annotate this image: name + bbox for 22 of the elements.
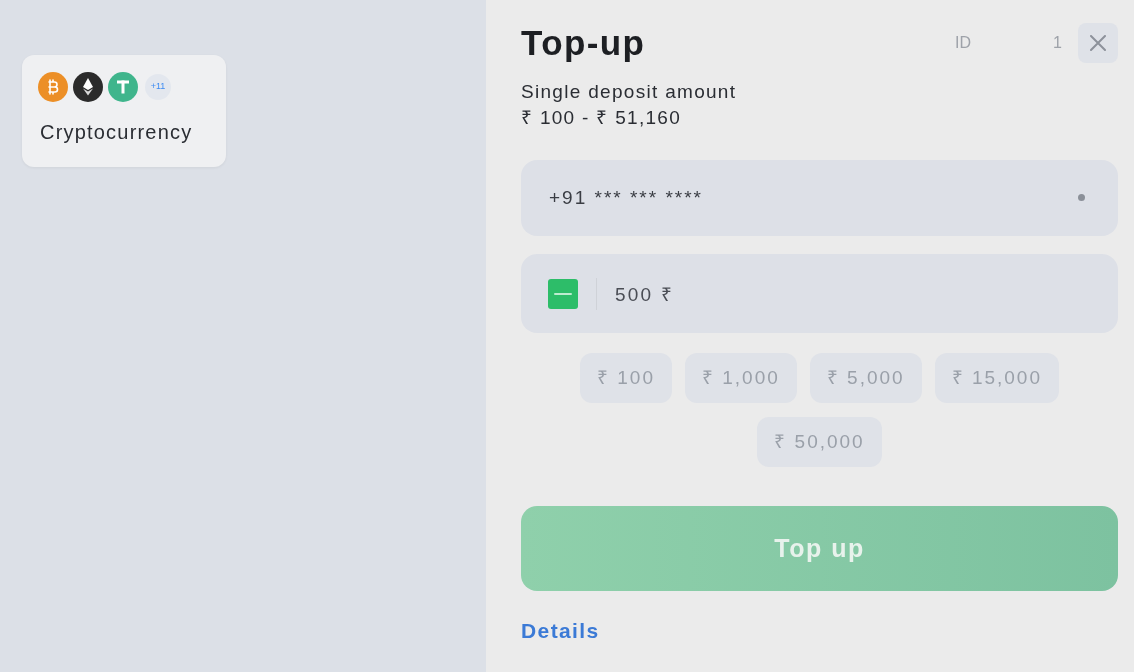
limits-range: ₹ 100 - ₹ 51,160 — [521, 106, 682, 130]
quick-amount-button[interactable]: ₹ 15,000 — [934, 353, 1059, 403]
limits-label: Single deposit amount — [521, 80, 737, 104]
payment-logo-icon — [548, 279, 578, 309]
amount-field[interactable]: 500 ₹ — [521, 254, 1118, 333]
quick-amount-button[interactable]: ₹ 1,000 — [684, 353, 797, 403]
bitcoin-coin-icon — [38, 72, 68, 102]
quick-amount-button[interactable]: ₹ 5,000 — [809, 353, 922, 403]
payment-method-label: Cryptocurrency — [40, 121, 194, 143]
close-icon — [1090, 35, 1106, 51]
details-link[interactable]: Details — [521, 619, 600, 643]
tether-coin-icon — [108, 72, 138, 102]
ethereum-coin-icon — [73, 72, 103, 102]
id-label: ID — [955, 33, 972, 53]
dialog-title: Top-up — [521, 23, 646, 63]
payment-method-card[interactable]: +11 Cryptocurrency — [22, 55, 226, 167]
phone-field[interactable]: +91 *** *** **** — [521, 160, 1118, 236]
more-coins-count: +11 — [145, 74, 171, 100]
quick-amount-button[interactable]: ₹ 50,000 — [757, 417, 882, 467]
id-value: 1 — [1053, 33, 1062, 53]
close-button[interactable] — [1078, 23, 1118, 63]
quick-amount-button[interactable]: ₹ 100 — [579, 353, 672, 403]
